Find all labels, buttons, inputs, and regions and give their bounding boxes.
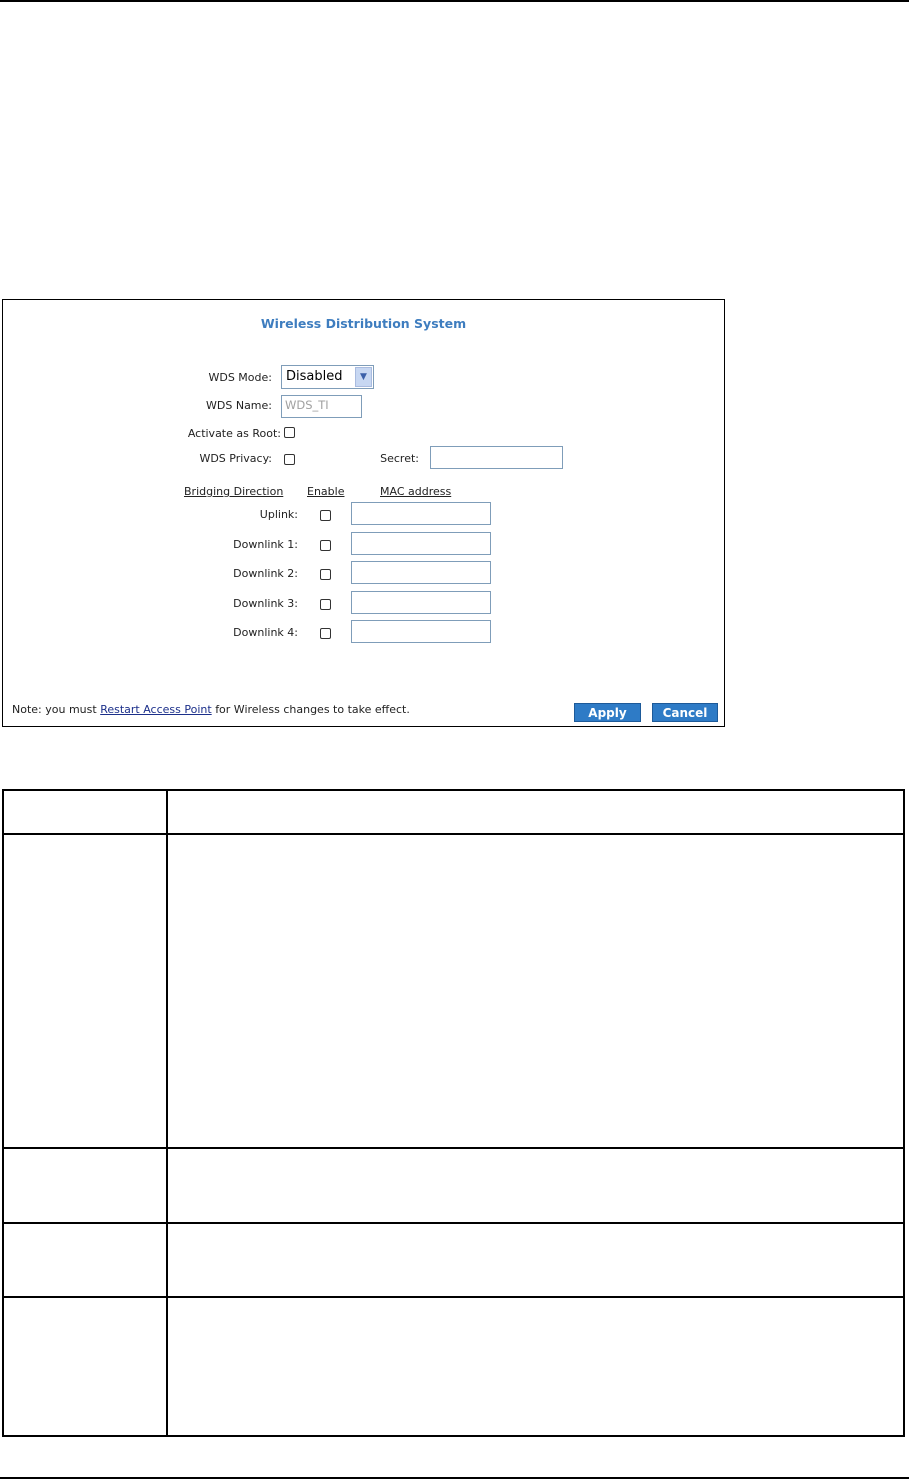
downlink-4-mac-field[interactable] (351, 620, 491, 643)
panel-title: Wireless Distribution System (260, 316, 467, 331)
table-row-divider (4, 1222, 903, 1224)
restart-note: Note: you must Restart Access Point for … (12, 703, 410, 716)
downlink-3-enable-checkbox[interactable] (320, 599, 331, 610)
chevron-down-icon[interactable]: ▼ (355, 367, 372, 387)
uplink-enable-checkbox[interactable] (320, 510, 331, 521)
cancel-button[interactable]: Cancel (652, 703, 718, 722)
secret-label: Secret: (380, 452, 419, 465)
wds-name-field[interactable]: WDS_TI (281, 395, 362, 418)
table-row-divider (4, 833, 903, 835)
activate-root-label: Activate as Root: (187, 427, 281, 440)
downlink-3-label: Downlink 3: (233, 597, 298, 610)
downlink-2-enable-checkbox[interactable] (320, 569, 331, 580)
downlink-1-enable-checkbox[interactable] (320, 540, 331, 551)
bottom-rule (0, 1477, 909, 1479)
downlink-2-label: Downlink 2: (233, 567, 298, 580)
wds-mode-label: WDS Mode: (208, 371, 272, 384)
uplink-label: Uplink: (259, 508, 298, 521)
wds-name-label: WDS Name: (206, 399, 272, 412)
restart-access-point-link[interactable]: Restart Access Point (100, 703, 212, 716)
apply-button[interactable]: Apply (574, 703, 641, 722)
wds-mode-value: Disabled (286, 369, 343, 384)
downlink-1-mac-field[interactable] (351, 532, 491, 555)
table-row-divider (4, 1147, 903, 1149)
table-row-divider (4, 1296, 903, 1298)
downlink-2-mac-field[interactable] (351, 561, 491, 584)
table-column-divider (166, 791, 168, 1435)
secret-field[interactable] (430, 446, 563, 469)
note-prefix: Note: you must (12, 703, 97, 716)
downlink-1-label: Downlink 1: (233, 538, 298, 551)
wds-mode-select[interactable]: Disabled ▼ (281, 365, 374, 389)
bridging-direction-header: Bridging Direction (184, 485, 284, 498)
description-table (2, 789, 905, 1437)
note-suffix: for Wireless changes to take effect. (215, 703, 410, 716)
wds-settings-panel: Wireless Distribution System WDS Mode: D… (2, 299, 725, 727)
wds-privacy-label: WDS Privacy: (199, 452, 272, 465)
downlink-4-enable-checkbox[interactable] (320, 628, 331, 639)
mac-address-header: MAC address (380, 485, 452, 498)
activate-root-checkbox[interactable] (284, 427, 295, 438)
top-rule (0, 0, 909, 2)
enable-header: Enable (307, 485, 345, 498)
uplink-mac-field[interactable] (351, 502, 491, 525)
wds-privacy-checkbox[interactable] (284, 454, 295, 465)
downlink-4-label: Downlink 4: (233, 626, 298, 639)
downlink-3-mac-field[interactable] (351, 591, 491, 614)
